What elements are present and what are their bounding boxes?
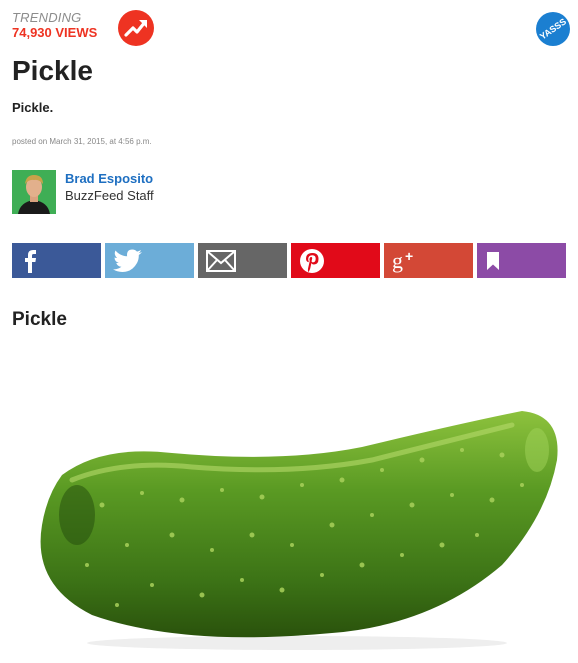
svg-text:g: g [392, 248, 403, 273]
share-pinterest-button[interactable] [291, 243, 380, 278]
author-avatar[interactable] [12, 170, 56, 214]
trending-block: TRENDING 74,930 VIEWS [12, 10, 97, 41]
bookmark-icon [487, 251, 499, 270]
page-title: Pickle [12, 55, 93, 86]
share-google-plus-button[interactable]: g + [384, 243, 473, 278]
google-plus-icon: g + [392, 248, 413, 273]
share-bar: g + [12, 243, 566, 278]
facebook-icon [25, 249, 36, 273]
author-role: BuzzFeed Staff [65, 188, 154, 203]
share-facebook-button[interactable] [12, 243, 101, 278]
trending-label: TRENDING [12, 10, 82, 25]
author-name[interactable]: Brad Esposito [65, 171, 153, 186]
share-twitter-button[interactable] [105, 243, 194, 278]
trending-views: 74,930 VIEWS [12, 25, 98, 40]
yasss-badge-icon[interactable]: YASSS [536, 12, 570, 46]
twitter-icon [113, 249, 142, 272]
email-icon [206, 249, 236, 272]
bookmark-button[interactable] [477, 243, 566, 278]
section-heading: Pickle [12, 309, 67, 330]
pinterest-icon [300, 248, 324, 273]
article-dek: Pickle. [12, 100, 54, 115]
svg-text:+: + [405, 248, 413, 264]
posted-timestamp: posted on March 31, 2015, at 4:56 p.m. [12, 137, 152, 146]
trending-arrow-icon[interactable] [118, 10, 154, 46]
share-email-button[interactable] [198, 243, 287, 278]
pickle-photo [40, 411, 558, 650]
